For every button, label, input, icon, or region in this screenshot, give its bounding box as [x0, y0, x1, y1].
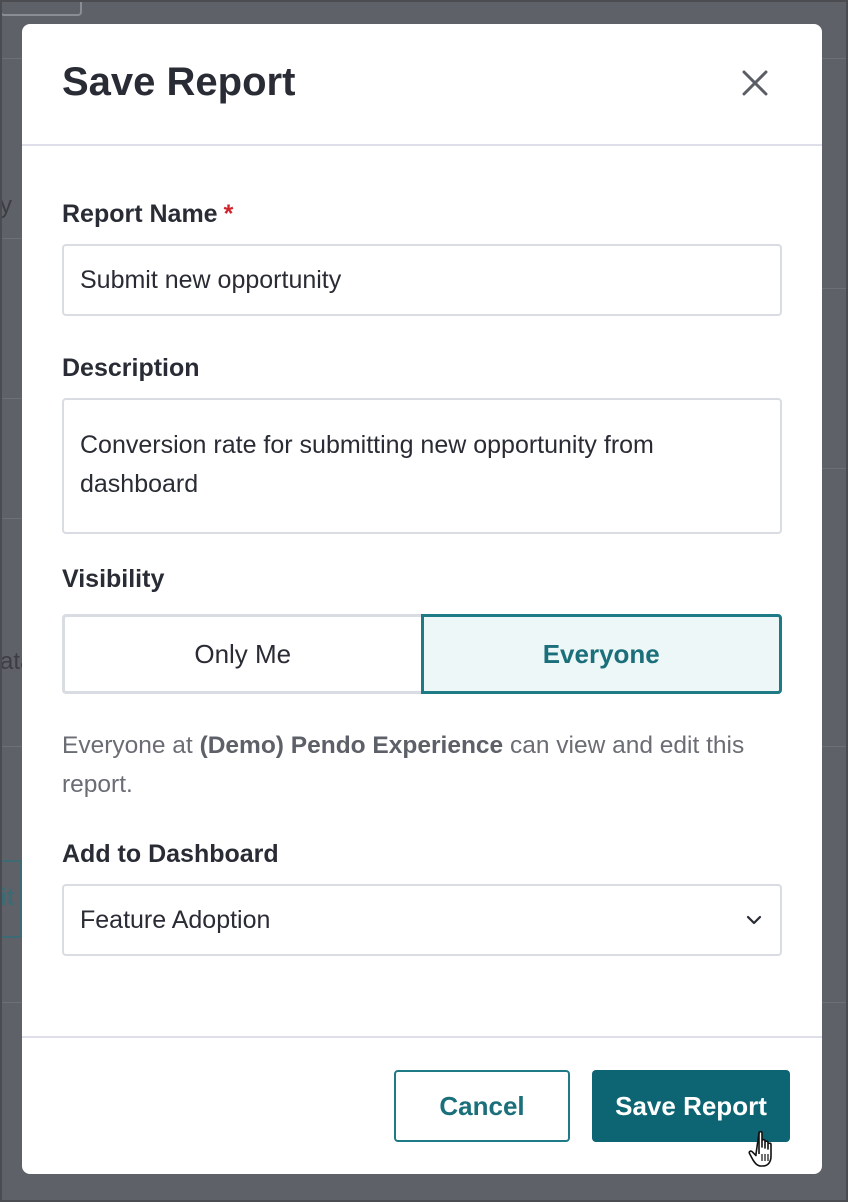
background-divider — [0, 1002, 22, 1003]
visibility-option-only-me[interactable]: Only Me — [62, 614, 421, 694]
visibility-label: Visibility — [62, 565, 165, 593]
visibility-toggle: Only Me Everyone — [62, 614, 782, 694]
background-divider — [0, 58, 22, 59]
background-divider — [822, 58, 848, 59]
background-divider — [822, 746, 848, 747]
dashboard-selected-value: Feature Adoption — [80, 905, 271, 934]
background-text: y — [0, 192, 12, 219]
dashboard-select[interactable]: Feature Adoption — [62, 884, 782, 956]
report-name-input[interactable]: Submit new opportunity — [62, 244, 782, 316]
background-button — [0, 0, 82, 16]
dialog-header: Save Report — [22, 24, 822, 146]
save-report-button[interactable]: Save Report — [592, 1070, 790, 1142]
description-textarea[interactable]: Conversion rate for submitting new oppor… — [62, 398, 782, 534]
dialog-footer: Cancel Save Report — [22, 1036, 822, 1174]
report-name-label-text: Report Name — [62, 200, 218, 228]
background-divider — [822, 468, 848, 469]
background-divider — [822, 288, 848, 289]
background-divider — [0, 518, 22, 519]
background-divider — [822, 1002, 848, 1003]
helper-prefix: Everyone at — [62, 732, 200, 759]
background-divider — [0, 746, 22, 747]
dashboard-label: Add to Dashboard — [62, 840, 279, 868]
description-label: Description — [62, 354, 200, 382]
save-report-dialog: Save Report Report Name * Submit new oppo… — [22, 24, 822, 1174]
visibility-helper-text: Everyone at (Demo) Pendo Experience can … — [62, 726, 782, 804]
chevron-down-icon — [744, 910, 764, 930]
background-divider — [0, 238, 22, 239]
dialog-title: Save Report — [62, 60, 296, 104]
report-name-label: Report Name * — [62, 200, 233, 229]
background-divider — [0, 398, 22, 399]
visibility-option-everyone[interactable]: Everyone — [420, 614, 782, 694]
background-tab-text: it — [0, 884, 15, 911]
helper-org-name: (Demo) Pendo Experience — [199, 732, 504, 759]
cancel-button[interactable]: Cancel — [394, 1070, 570, 1142]
required-asterisk: * — [223, 200, 234, 228]
close-icon[interactable] — [740, 68, 770, 98]
